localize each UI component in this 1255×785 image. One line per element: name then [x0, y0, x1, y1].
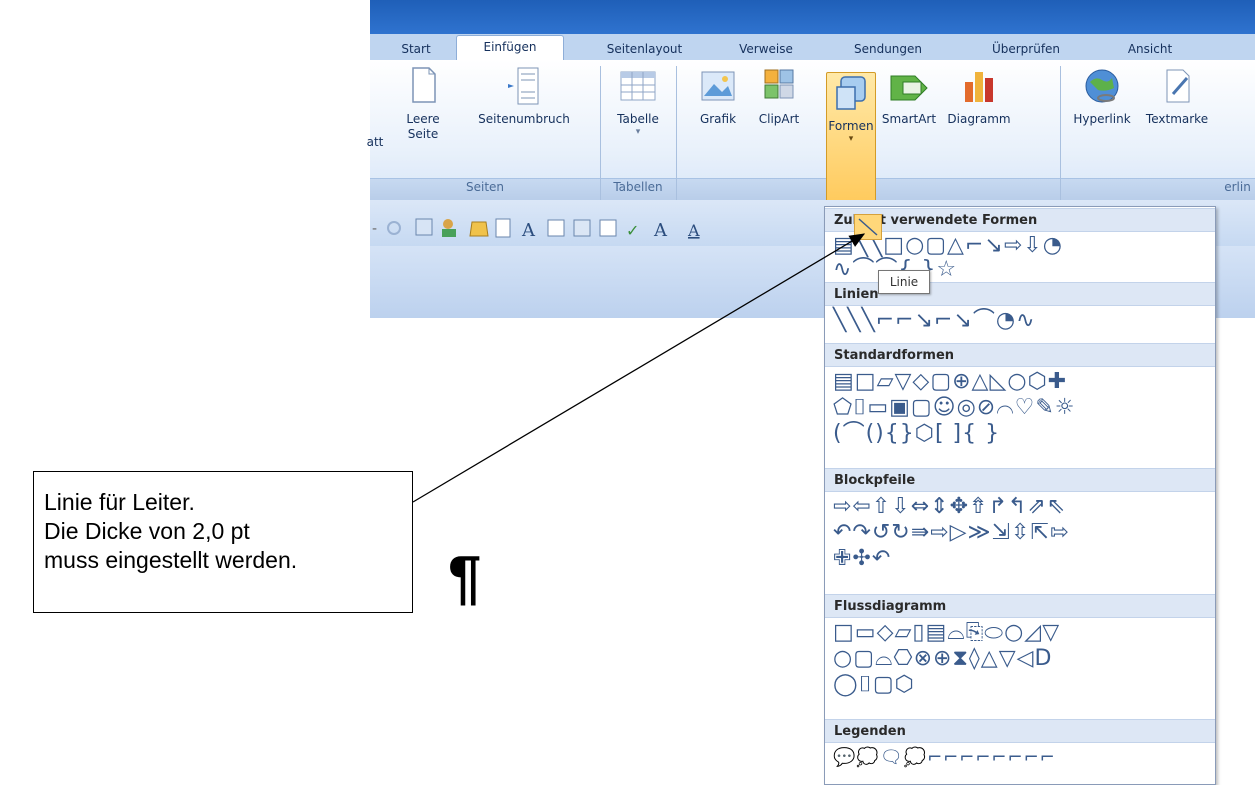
paragraph-mark: ¶ [448, 544, 482, 611]
callout-arrow [412, 233, 866, 503]
